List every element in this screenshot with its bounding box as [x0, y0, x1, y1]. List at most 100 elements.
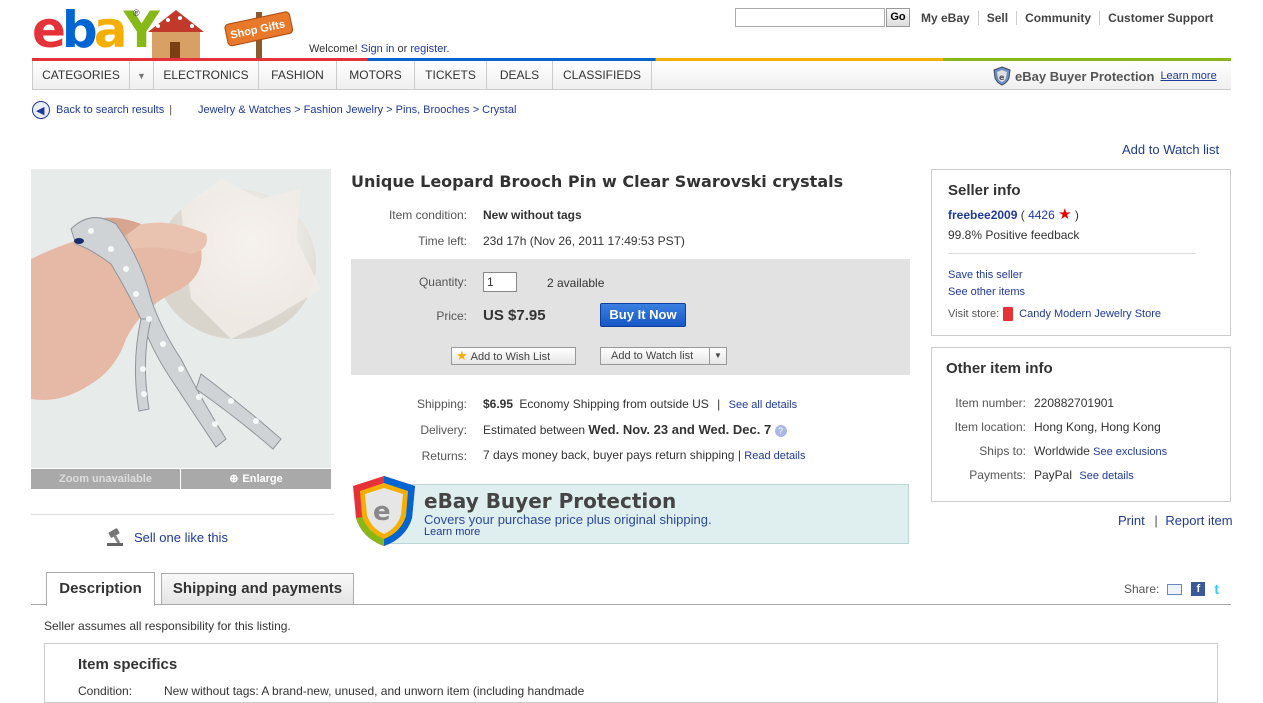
add-to-watch-list-link[interactable]: Add to Watch list	[1122, 142, 1219, 157]
community-link[interactable]: Community	[1016, 11, 1099, 25]
tabs-baseline	[31, 604, 1231, 605]
help-icon[interactable]: ?	[774, 425, 787, 437]
back-to-search-link[interactable]: Back to search results	[56, 104, 164, 116]
print-link[interactable]: Print	[1118, 513, 1145, 528]
save-seller-link[interactable]: Save this seller	[948, 269, 1023, 281]
item-number-label: Item number:	[955, 396, 1026, 410]
categories-dropdown[interactable]: ▼	[130, 61, 154, 89]
share-bar: Share: f t	[1124, 582, 1228, 596]
nav-deals[interactable]: DEALS	[487, 61, 553, 89]
nav-electronics[interactable]: ELECTRONICS	[154, 61, 259, 89]
customer-support-link[interactable]: Customer Support	[1099, 11, 1221, 25]
spec-condition-text: New without tags: A brand-new, unused, a…	[164, 684, 585, 698]
email-icon[interactable]	[1167, 583, 1183, 595]
breadcrumb-path[interactable]: Jewelry & Watches > Fashion Jewelry > Pi…	[198, 104, 516, 116]
facebook-icon[interactable]: f	[1191, 582, 1206, 596]
ships-to-label: Ships to:	[979, 444, 1026, 458]
watch-list-label: Add to Watch list	[611, 350, 694, 362]
see-other-items-link[interactable]: See other items	[948, 286, 1025, 298]
sell-link[interactable]: Sell	[977, 11, 1016, 25]
back-to-search[interactable]: ◀ Back to search results |	[32, 101, 172, 119]
store-name-link[interactable]: Candy Modern Jewelry Store	[1019, 308, 1161, 320]
sell-one-like-this[interactable]: Sell one like this	[106, 527, 228, 547]
back-arrow-icon: ◀	[32, 101, 50, 119]
buy-it-now-button[interactable]: Buy It Now	[600, 303, 686, 327]
nav-tickets[interactable]: TICKETS	[415, 61, 487, 89]
shipping-cost: $6.95	[483, 397, 514, 411]
condition-label: Item condition:	[388, 208, 467, 222]
twitter-icon[interactable]: t	[1214, 582, 1228, 596]
other-info-heading: Other item info	[946, 360, 1053, 377]
tab-shipping-payments[interactable]: Shipping and payments	[161, 573, 354, 604]
report-item-link[interactable]: Report item	[1165, 513, 1232, 528]
nav-motors[interactable]: MOTORS	[337, 61, 415, 89]
delivery-label: Delivery:	[420, 423, 467, 437]
payments-value: PayPal See details	[1034, 468, 1134, 482]
wish-star-icon: ★	[456, 348, 468, 363]
add-to-watch-list-button[interactable]: Add to Watch list ▼	[600, 347, 727, 365]
quantity-label: Quantity:	[418, 275, 467, 289]
actions-separator: |	[1154, 513, 1158, 528]
see-all-shipping-details-link[interactable]: See all details	[729, 399, 798, 411]
delivery-info: Estimated between Wed. Nov. 23 and Wed. …	[483, 422, 787, 437]
nav-classifieds[interactable]: CLASSIFIEDS	[553, 61, 652, 89]
see-exclusions-link[interactable]: See exclusions	[1093, 446, 1167, 458]
returns-value: 7 days money back, buyer pays return shi…	[483, 448, 735, 462]
shipping-separator: |	[717, 397, 721, 411]
add-to-wish-list-button[interactable]: ★ Add to Wish List	[451, 347, 576, 365]
time-left-value: 23d 17h (Nov 26, 2011 17:49:53 PST)	[483, 234, 685, 248]
svg-text:e: e	[999, 73, 1005, 82]
sign-in-link[interactable]: Sign in	[361, 43, 395, 55]
paren-close: )	[1074, 208, 1079, 222]
visit-store-label: Visit store:	[948, 308, 1000, 320]
chevron-down-icon[interactable]: ▼	[709, 348, 726, 364]
gavel-icon	[107, 528, 123, 546]
register-link[interactable]: register.	[410, 43, 449, 55]
positive-feedback: 99.8% Positive feedback	[948, 228, 1080, 242]
go-button[interactable]: Go	[886, 8, 910, 27]
seller-info-box: Seller info freebee2009 ( 4426 ★ ) 99.8%…	[931, 169, 1231, 336]
logo-letter-e: e	[32, 1, 66, 59]
holiday-promo-graphic[interactable]: Shop Gifts	[146, 2, 296, 60]
read-return-details-link[interactable]: Read details	[744, 450, 805, 462]
ships-to-value: Worldwide See exclusions	[1034, 444, 1167, 458]
nav-fashion[interactable]: FASHION	[259, 61, 337, 89]
returns-info: 7 days money back, buyer pays return shi…	[483, 448, 805, 462]
payments-label: Payments:	[969, 468, 1026, 482]
price-value: US $7.95	[483, 307, 546, 324]
seller-disclaimer: Seller assumes all responsibility for th…	[44, 619, 291, 633]
nav-categories[interactable]: CATEGORIES	[32, 61, 130, 89]
search-input[interactable]	[735, 8, 885, 27]
store-icon	[1003, 307, 1014, 321]
item-actions: Print | Report item	[1118, 513, 1233, 528]
feedback-score-link[interactable]: 4426	[1028, 208, 1055, 222]
seller-name-link[interactable]: freebee2009	[948, 208, 1017, 222]
buyer-protection-learn-more[interactable]: Learn more	[1160, 70, 1216, 82]
shipping-label: Shipping:	[416, 397, 467, 411]
delivery-prefix: Estimated between	[483, 423, 586, 437]
trademark-symbol: ®	[133, 8, 140, 18]
ebay-logo[interactable]: ebaY ®	[32, 5, 160, 55]
shipping-method: Economy Shipping from outside US	[519, 397, 709, 411]
ships-to-text: Worldwide	[1034, 444, 1090, 458]
paren-open: (	[1020, 208, 1025, 222]
payment-details-link[interactable]: See details	[1079, 470, 1133, 482]
tab-description[interactable]: Description	[46, 572, 155, 606]
enlarge-button[interactable]: ⊕ Enlarge	[181, 469, 331, 489]
photo-controls: Zoom unavailable ⊕ Enlarge	[31, 469, 331, 489]
shield-icon: e	[993, 66, 1011, 86]
other-item-info-box: Other item info Item number: 22088270190…	[931, 347, 1231, 502]
condition-value: New without tags	[483, 208, 582, 222]
red-star-icon: ★	[1058, 206, 1072, 223]
spec-condition-label: Condition:	[78, 684, 133, 698]
my-ebay-link[interactable]: My eBay	[913, 11, 978, 25]
quantity-input[interactable]: 1	[483, 272, 517, 292]
seller-info-heading: Seller info	[948, 182, 1021, 199]
item-photo[interactable]	[31, 169, 331, 468]
bp-banner-subtitle: Covers your purchase price plus original…	[424, 512, 712, 527]
bp-banner-learn-more[interactable]: Learn more	[424, 526, 480, 538]
sell-one-like-this-link[interactable]: Sell one like this	[134, 530, 228, 545]
item-number-value: 220882701901	[1034, 396, 1115, 410]
welcome-message: Welcome! Sign in or register.	[309, 43, 449, 55]
image-panel-divider	[31, 514, 334, 515]
